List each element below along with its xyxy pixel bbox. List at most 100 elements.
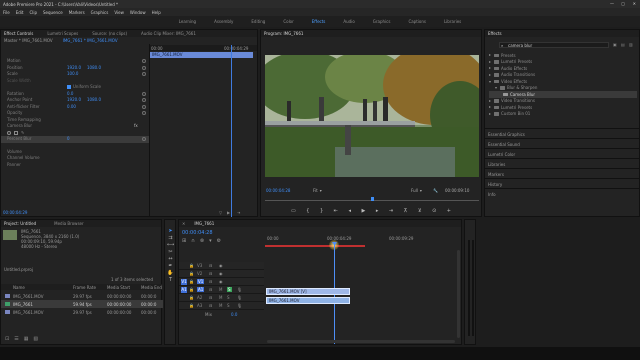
linked-selection-icon[interactable]: ⊗ <box>200 238 204 244</box>
rectangle-mask-icon[interactable] <box>14 130 18 135</box>
eye-icon[interactable]: ◉ <box>219 271 223 276</box>
menu-clip[interactable]: Clip <box>26 10 40 15</box>
effects-panel-title[interactable]: Effects <box>485 31 505 36</box>
mark-in-icon[interactable]: { <box>306 208 309 214</box>
position-x[interactable]: 1920.0 <box>67 65 81 70</box>
audio-clip[interactable]: IMG_7661.MOV <box>266 297 350 304</box>
eye-icon[interactable]: ◉ <box>219 263 223 268</box>
hand-tool-icon[interactable]: ✋ <box>167 270 174 277</box>
pen-tool-icon[interactable]: ✒ <box>167 263 174 270</box>
sequence-clip-label[interactable]: IMG_7661 * IMG_7661.MOV <box>63 38 118 43</box>
panner-header[interactable]: Panner <box>1 162 149 169</box>
timeline-h-scrollbar[interactable] <box>267 340 455 343</box>
menu-edit[interactable]: Edit <box>13 10 27 15</box>
program-video-frame[interactable] <box>265 55 479 177</box>
col-frame-rate[interactable]: Frame Rate <box>73 285 96 290</box>
workspace-graphics[interactable]: Graphics <box>373 19 391 24</box>
lock-track-icon[interactable]: 🔒 <box>189 295 194 300</box>
razor-tool-icon[interactable]: ✂ <box>167 249 174 256</box>
workspace-editing[interactable]: Editing <box>251 19 265 24</box>
mic-icon[interactable]: 🎙 <box>237 295 242 300</box>
sync-lock-icon[interactable]: ⊟ <box>209 287 212 292</box>
close-button[interactable]: ✕ <box>633 1 636 6</box>
go-to-out-icon[interactable]: ⇥ <box>389 208 393 214</box>
panel-info[interactable]: Info <box>485 188 640 198</box>
effect-controls-clip-bar[interactable]: IMG_7661.MOV <box>150 52 253 58</box>
extract-icon[interactable]: ⊻ <box>418 208 422 214</box>
percent-blur-value[interactable]: 0 <box>67 136 70 141</box>
add-button-icon[interactable]: + <box>447 208 451 214</box>
workspace-audio[interactable]: Audio <box>343 19 354 24</box>
source-patch-v1[interactable]: V1 <box>181 278 187 285</box>
sync-lock-icon[interactable]: ⊟ <box>209 295 212 300</box>
mix-value[interactable]: 0.0 <box>231 312 237 317</box>
lock-track-icon[interactable]: 🔒 <box>189 263 194 268</box>
add-marker-icon[interactable]: ▾ <box>209 238 212 244</box>
menu-file[interactable]: File <box>0 10 13 15</box>
lift-icon[interactable]: ⊼ <box>404 208 408 214</box>
panel-essential-sound[interactable]: Essential Sound <box>485 138 640 148</box>
ellipse-mask-icon[interactable] <box>7 130 11 135</box>
program-zoom-select[interactable]: Fit ▾ <box>313 188 322 193</box>
workspace-libraries[interactable]: Libraries <box>444 19 461 24</box>
video-clip[interactable]: IMG_7661.MOV [V] <box>266 288 350 295</box>
timeline-ruler[interactable]: 00:00 00:00:04:29 00:00:09:29 <box>265 235 455 243</box>
effects-search-input[interactable]: ⌕ camera blur <box>499 42 609 48</box>
yuv-effects-icon[interactable]: ▥ <box>629 42 633 47</box>
effect-controls-playhead[interactable] <box>231 45 232 217</box>
anchor-reset-icon[interactable] <box>142 98 146 102</box>
project-row[interactable]: IMG_7661.MOV 29.97 fps 00:00:00:00 00:00… <box>1 292 163 300</box>
percent-blur-row[interactable]: Percent Blur 0 <box>1 136 149 143</box>
scale-value[interactable]: 100.0 <box>67 71 78 76</box>
rotation-reset-icon[interactable] <box>142 91 146 96</box>
lock-track-icon[interactable]: 🔒 <box>189 303 194 308</box>
work-area-bar[interactable] <box>265 245 365 247</box>
tab-lumetri-scopes[interactable]: Lumetri Scopes <box>44 31 81 36</box>
workspace-effects[interactable]: Effects <box>312 19 326 24</box>
sync-lock-icon[interactable]: ⊟ <box>209 263 212 268</box>
project-row-selected[interactable]: IMG_7661 59.94 fps 00:00:00:00 00:00:0 <box>1 300 163 308</box>
nest-icon[interactable]: ⊞ <box>182 238 186 244</box>
flicker-value[interactable]: 0.00 <box>67 104 76 109</box>
position-reset-icon[interactable] <box>142 65 146 70</box>
ec-filter-icon[interactable]: ▽ <box>219 210 222 215</box>
marker-icon[interactable]: ▭ <box>291 208 296 214</box>
selection-tool-icon[interactable]: ➤ <box>167 228 174 235</box>
fx-badge[interactable]: fx <box>134 123 138 128</box>
effect-controls-ruler[interactable]: 00:00 00:00:04:29 <box>150 45 257 51</box>
ec-export-icon[interactable]: ⇥ <box>237 210 240 215</box>
go-to-in-icon[interactable]: ⇤ <box>334 208 338 214</box>
effect-controls-timecode[interactable]: 00:00:04:29 <box>3 210 27 215</box>
effects-tree-item[interactable]: Custom Bin 01 <box>489 111 637 118</box>
play-icon[interactable]: ▶ <box>361 208 365 214</box>
tab-media-browser[interactable]: Media Browser <box>51 221 87 226</box>
type-tool-icon[interactable]: T <box>167 277 174 284</box>
close-tab-icon[interactable]: ✕ <box>179 221 188 226</box>
timeline-settings-icon[interactable]: ⚙ <box>217 238 221 244</box>
panel-essential-graphics[interactable]: Essential Graphics <box>485 128 640 138</box>
flicker-reset-icon[interactable] <box>142 104 146 109</box>
settings-wrench-icon[interactable]: 🔧 <box>433 188 438 193</box>
panel-lumetri-color[interactable]: Lumetri Color <box>485 148 640 158</box>
sync-lock-icon[interactable]: ⊟ <box>209 279 212 284</box>
solo-button[interactable]: S <box>227 295 230 300</box>
workspace-learning[interactable]: Learning <box>179 19 196 24</box>
snap-icon[interactable]: ∩ <box>191 238 195 244</box>
sync-lock-icon[interactable]: ⊟ <box>209 271 212 276</box>
pen-mask-icon[interactable]: ✎ <box>21 130 24 135</box>
tab-project[interactable]: Project: Untitled <box>1 221 39 226</box>
panel-history[interactable]: History <box>485 178 640 188</box>
program-monitor-title[interactable]: Program: IMG_7661 <box>261 31 306 36</box>
program-timecode[interactable]: 00:00:04:28 <box>266 188 290 193</box>
mic-icon[interactable]: 🎙 <box>237 287 242 292</box>
col-name[interactable]: Name <box>13 285 25 290</box>
ec-play-audio-icon[interactable]: ▶ <box>227 210 230 215</box>
uniform-scale-checkbox[interactable] <box>67 85 71 89</box>
col-media-end[interactable]: Media End <box>141 285 162 290</box>
menu-sequence[interactable]: Sequence <box>40 10 66 15</box>
scale-reset-icon[interactable] <box>142 72 146 76</box>
anchor-x[interactable]: 1920.0 <box>67 97 81 102</box>
motion-reset-icon[interactable] <box>142 59 146 63</box>
icon-view-icon[interactable]: ▦ <box>24 336 29 342</box>
timeline-timecode[interactable]: 00:00:04:28 <box>182 230 213 236</box>
